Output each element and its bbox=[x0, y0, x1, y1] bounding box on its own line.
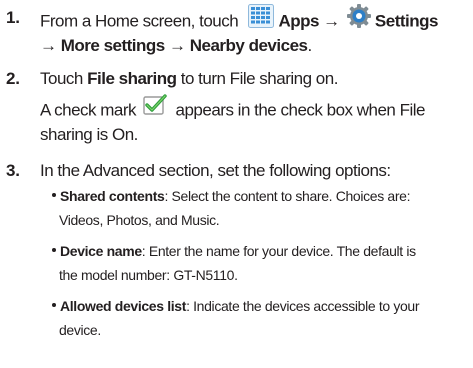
check-mark-icon bbox=[143, 94, 167, 124]
bullet-text: : Indicate the devices accessible to you… bbox=[186, 298, 420, 314]
instruction-text: Touch bbox=[40, 69, 83, 88]
bullet-dot-icon bbox=[52, 193, 56, 198]
bullet-text: the model number: GT-N5110. bbox=[59, 267, 238, 283]
apps-label: Apps bbox=[278, 11, 319, 31]
bullet-dot-icon bbox=[52, 303, 56, 308]
arrow: → bbox=[169, 36, 186, 55]
instruction-text: to turn File sharing on. bbox=[180, 69, 339, 88]
more-settings-label: More settings bbox=[60, 36, 166, 55]
instruction-text: In the Advanced section, set the followi… bbox=[40, 161, 391, 180]
instruction-text: From a Home screen, touch bbox=[40, 11, 239, 31]
bullet-text: device. bbox=[59, 322, 101, 338]
bullet-allowed-devices: Allowed devices list: Indicate the devic… bbox=[52, 295, 420, 317]
instruction-text: appears in the check box when File bbox=[175, 100, 426, 120]
arrow: → bbox=[40, 36, 57, 55]
step-number: 3. bbox=[6, 161, 20, 180]
apps-grid-icon bbox=[248, 4, 275, 36]
step-2-line-1: Touch File sharing to turn File sharing … bbox=[40, 66, 338, 92]
settings-label: Settings bbox=[374, 11, 439, 31]
instruction-text: sharing is On. bbox=[40, 125, 138, 144]
instruction-text: A check mark bbox=[40, 100, 137, 120]
settings-gear-icon bbox=[346, 3, 372, 37]
nearby-devices-label: Nearby devices bbox=[189, 36, 308, 55]
step-2-line-3: sharing is On. bbox=[40, 122, 138, 148]
bullet-term: Device name bbox=[60, 243, 142, 259]
bullet-term: Shared contents bbox=[60, 188, 165, 204]
file-sharing-label: File sharing bbox=[87, 69, 177, 88]
step-3-intro: In the Advanced section, set the followi… bbox=[40, 158, 391, 184]
arrow: → bbox=[323, 11, 340, 31]
bullet-continuation: device. bbox=[59, 319, 101, 341]
bullet-continuation: the model number: GT-N5110. bbox=[59, 264, 238, 286]
bullet-continuation: Videos, Photos, and Music. bbox=[59, 209, 220, 231]
bullet-text: : Enter the name for your device. The de… bbox=[141, 243, 416, 259]
bullet-text: Videos, Photos, and Music. bbox=[59, 212, 220, 228]
bullet-text: : Select the content to share. Choices a… bbox=[164, 188, 411, 204]
bullet-device-name: Device name: Enter the name for your dev… bbox=[52, 240, 416, 262]
step-number: 1. bbox=[6, 8, 20, 27]
period: . bbox=[307, 36, 312, 55]
step-number: 2. bbox=[6, 69, 20, 88]
bullet-term: Allowed devices list bbox=[60, 298, 187, 314]
bullet-shared-contents: Shared contents: Select the content to s… bbox=[52, 185, 410, 207]
bullet-dot-icon bbox=[52, 248, 56, 253]
step-1-line-2: → More settings → Nearby devices. bbox=[40, 33, 312, 59]
